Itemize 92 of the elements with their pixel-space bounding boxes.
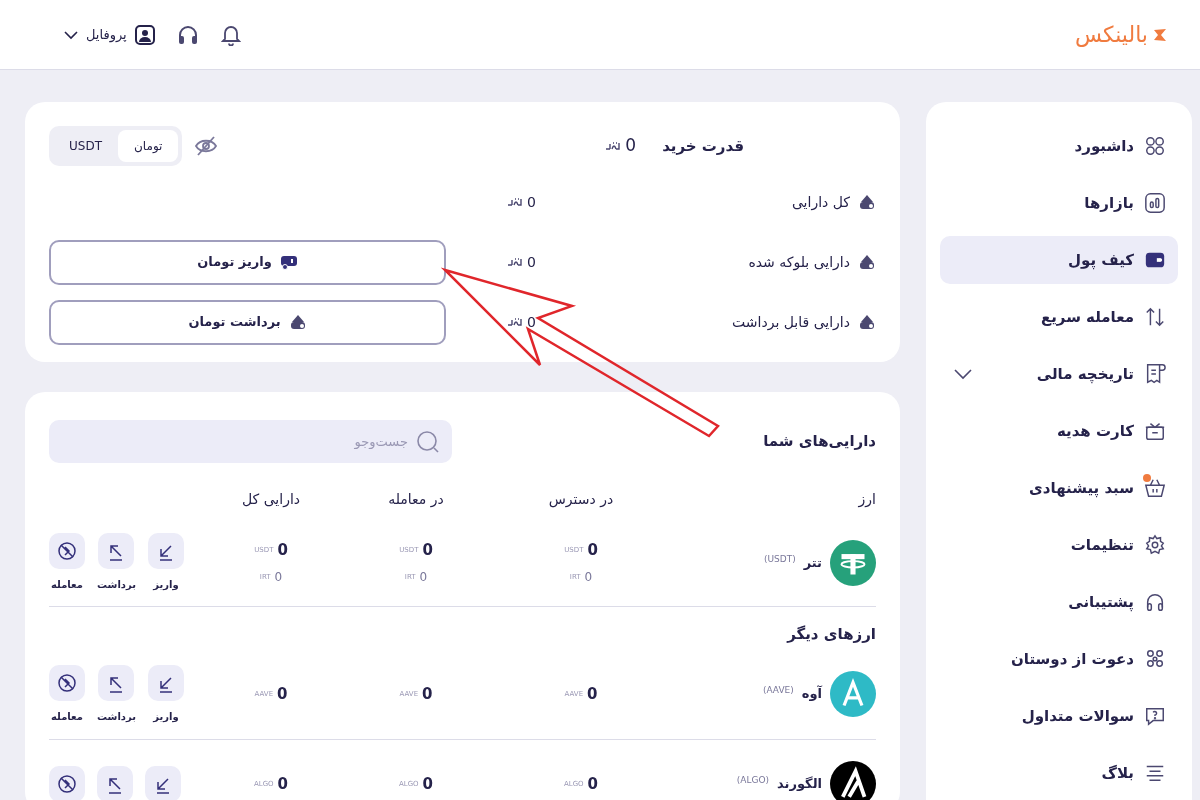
amount-value: 0 [422,773,434,795]
sidebar-item[interactable]: کیف پول [940,236,1178,284]
action-button[interactable] [147,533,184,569]
column-header: دارایی کل [240,489,302,510]
coin-name: آوه [801,684,822,704]
column-header: ارز [857,489,876,510]
sidebar-item[interactable]: کارت هدیه [940,407,1178,455]
action-button[interactable] [98,664,135,701]
action-button[interactable] [49,533,85,569]
arrows-up-down-icon [1144,306,1166,328]
balance-label: دارایی قابل برداشت [732,312,850,333]
action-label: معامله [51,578,83,592]
action-label: واریز [153,578,179,592]
toman-sign-icon [507,316,524,328]
coin-symbol: (AAVE) [762,684,794,698]
action-button[interactable] [97,766,133,800]
amount-value: 0 [584,568,593,586]
purchasing-power-label: قدرت خرید [662,135,744,157]
action-button[interactable] [49,766,85,800]
action-label: برداشت [97,709,136,724]
toman-sign-icon [605,140,622,152]
amount-value: 0 [277,773,289,795]
amount-value: 0 [587,683,598,705]
no-sign-icon [57,541,77,561]
coin-symbol: (ALGO) [736,774,770,788]
action-label: واریز [153,709,179,724]
gear-icon [1144,534,1166,556]
action-button[interactable] [145,766,181,800]
sidebar-item[interactable]: بازارها [940,179,1178,227]
search-icon [416,429,440,454]
sidebar-item[interactable]: معامله سریع [940,293,1178,341]
amount-value: 0 [277,683,288,705]
amount-value: 0 [587,773,599,795]
chevron-icon [954,368,972,380]
search-input[interactable]: جست‌وجو [61,431,408,452]
amount-value: 0 [422,683,433,705]
no-sign-icon [57,672,77,693]
eye-off-icon[interactable] [194,135,219,157]
sidebar-item[interactable]: پشتیبانی [940,578,1178,626]
amount-value: 0 [419,568,428,586]
toman-sign-icon [507,196,524,208]
column-header: در معامله [387,489,445,510]
sidebar-item[interactable]: سوالات متداول [940,692,1178,740]
tether-logo-icon [830,539,876,586]
balance-label: کل دارایی [791,192,850,213]
balance-value: 0 [527,192,536,212]
amount-value: 0 [277,540,288,562]
sidebar-item[interactable]: تنظیمات [940,521,1178,569]
currency-tab[interactable]: تومان [118,130,179,162]
action-label: معامله [51,709,83,724]
people-icon [1144,648,1166,670]
amount-value: 0 [274,568,283,586]
sidebar-item[interactable]: تاریخچه مالی [940,350,1178,398]
search-field[interactable]: جست‌وجو [49,420,452,463]
action-label: برداشت [97,578,136,592]
user-icon [134,24,155,45]
chevron-down-icon [64,29,78,40]
basket-icon [1144,477,1166,499]
purchasing-power-value: 0 [625,134,637,158]
balance-value: 0 [527,252,536,272]
balance-label: دارایی بلوکه شده [748,252,850,273]
coin-name: الگورند [777,775,822,794]
logo-icon [1152,26,1168,43]
grid-icon [1144,135,1166,157]
action-button[interactable] [147,664,184,701]
balance-value: 0 [527,312,536,332]
receipt-icon [1144,363,1166,385]
bell-icon[interactable] [220,23,241,46]
headset-icon[interactable] [176,24,199,45]
sidebar-item[interactable]: دعوت از دوستان [940,635,1178,683]
sidebar-item[interactable]: سبد پیشنهادی [940,464,1178,512]
sidebar-item[interactable]: بلاگ [940,749,1178,797]
action-button[interactable] [49,664,85,701]
amount-value: 0 [587,540,598,562]
toman-sign-icon [507,256,524,268]
no-sign-icon [57,774,77,794]
sidebar-item[interactable]: داشبورد [940,122,1178,170]
amount-value: 0 [422,540,433,562]
profile-button[interactable]: پروفایل [64,24,155,45]
withdraw-button[interactable]: برداشت تومان [49,299,446,345]
coin-symbol: (USDT) [763,552,796,566]
question-bubble-icon [1144,705,1166,727]
currency-tab[interactable]: USDT [53,130,118,162]
aave-logo-icon [830,671,876,717]
group-title: ارزهای دیگر [785,624,876,645]
coin-name: تتر [803,553,822,572]
headset-icon [1144,591,1166,613]
column-header: در دسترس [547,489,615,510]
chart-icon [1144,192,1166,214]
deposit-button[interactable]: واریز تومان [49,239,446,285]
action-button[interactable] [98,533,135,569]
section-title: دارایی‌های شما [763,431,876,453]
